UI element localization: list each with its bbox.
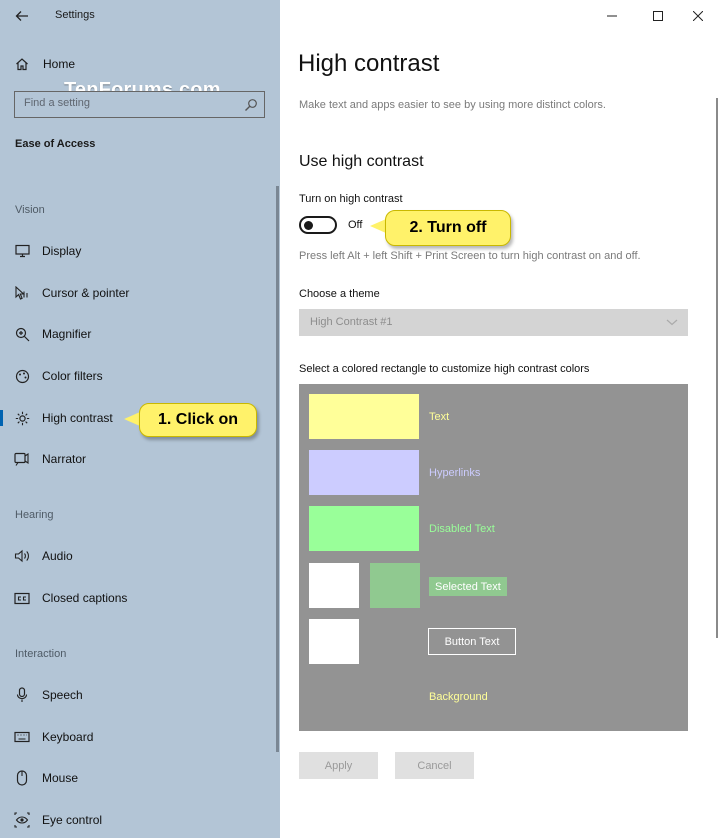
apply-button[interactable]: Apply [299,752,378,779]
theme-dropdown[interactable]: High Contrast #1 [299,309,688,336]
sidebar-item-label: Magnifier [42,327,92,341]
closed-captions-icon [13,589,31,607]
sidebar-item-keyboard[interactable]: Keyboard [0,720,276,754]
sidebar-item-label: Audio [42,549,73,563]
toggle-knob [304,220,313,230]
selected-text-label: Selected Text [429,577,507,596]
theme-value: High Contrast #1 [310,316,393,328]
sidebar-item-label: Narrator [42,452,87,466]
eye-control-icon [13,811,31,829]
search-box[interactable] [14,91,265,118]
sidebar-item-cursor-pointer[interactable]: Cursor & pointer [0,276,276,310]
search-icon[interactable] [244,98,258,112]
minimize-button[interactable] [600,7,624,25]
theme-label: Choose a theme [299,288,380,300]
sidebar-item-display[interactable]: Display [0,234,276,268]
back-arrow-icon [15,11,28,21]
home-icon [13,55,31,73]
close-icon [693,11,703,21]
sidebar-item-label: Eye control [42,813,103,827]
sidebar-item-speech[interactable]: Speech [0,678,276,712]
sidebar-item-magnifier[interactable]: Magnifier [0,317,276,351]
keyboard-icon [13,728,31,746]
page-description: Make text and apps easier to see by usin… [299,99,606,111]
button-text-label: Button Text [428,628,516,655]
search-input[interactable] [24,97,234,109]
sidebar-item-label: Color filters [42,369,103,383]
text-color-swatch[interactable] [309,394,419,439]
sidebar-item-label: Closed captions [42,591,128,605]
app-title: Settings [55,9,95,21]
selected-background-color-swatch[interactable] [370,563,420,608]
maximize-button[interactable] [646,7,670,25]
group-vision: Vision [15,204,45,216]
toggle-label: Turn on high contrast [299,193,403,205]
close-button[interactable] [686,7,710,25]
disabled-text-color-swatch[interactable] [309,506,419,551]
sidebar-item-label: Cursor & pointer [42,286,130,300]
high-contrast-icon [13,409,31,427]
narrator-icon [13,450,31,468]
group-hearing: Hearing [15,509,54,521]
title-bar: Settings [0,0,280,32]
section-title: Use high contrast [299,153,424,170]
callout-step-2: 2. Turn off [385,210,511,246]
mouse-icon [13,769,31,787]
callout-pointer [124,412,140,426]
callout-step-1: 1. Click on [139,403,257,437]
sidebar-item-color-filters[interactable]: Color filters [0,359,276,393]
color-preview: Text Hyperlinks Disabled Text Selected T… [299,384,688,731]
sidebar-item-label: Speech [42,688,83,702]
chevron-down-icon [666,319,678,326]
hyperlinks-label: Hyperlinks [429,467,481,479]
back-button[interactable] [10,5,34,27]
main-pane: High contrast Make text and apps easier … [280,0,720,838]
sidebar-item-label: Keyboard [42,730,94,744]
text-label: Text [429,411,450,423]
audio-icon [13,547,31,565]
sidebar-item-mouse[interactable]: Mouse [0,761,276,795]
sidebar-item-eye-control[interactable]: Eye control [0,803,276,837]
group-interaction: Interaction [15,648,67,660]
sidebar-item-label: High contrast [42,411,113,425]
sidebar-item-narrator[interactable]: Narrator [0,442,276,476]
button-text-color-swatch[interactable] [309,619,359,664]
callout-pointer [370,219,386,233]
sidebar-item-label: Mouse [42,771,79,785]
high-contrast-toggle[interactable] [299,216,337,234]
disabled-text-label: Disabled Text [429,523,495,535]
hyperlinks-color-swatch[interactable] [309,450,419,495]
cursor-pointer-icon [13,284,31,302]
background-label: Background [429,691,488,703]
home-label: Home [43,57,76,71]
maximize-icon [653,11,663,21]
cancel-button[interactable]: Cancel [395,752,474,779]
selected-text-color-swatch[interactable] [309,563,359,608]
shortcut-hint: Press left Alt + left Shift + Print Scre… [299,250,641,262]
sidebar-item-home[interactable]: Home [0,47,276,81]
minimize-icon [607,15,617,17]
microphone-icon [13,686,31,704]
display-icon [13,242,31,260]
sidebar-scrollbar[interactable] [276,186,279,752]
toggle-state: Off [348,219,363,231]
section-title: Ease of Access [15,138,96,150]
page-title: High contrast [298,50,440,77]
customize-label: Select a colored rectangle to customize … [299,363,590,375]
sidebar-item-audio[interactable]: Audio [0,539,276,573]
sidebar-item-closed-captions[interactable]: Closed captions [0,581,276,615]
magnifier-icon [13,325,31,343]
sidebar-item-label: Display [42,244,82,258]
main-scrollbar[interactable] [716,98,718,638]
color-filters-icon [13,367,31,385]
